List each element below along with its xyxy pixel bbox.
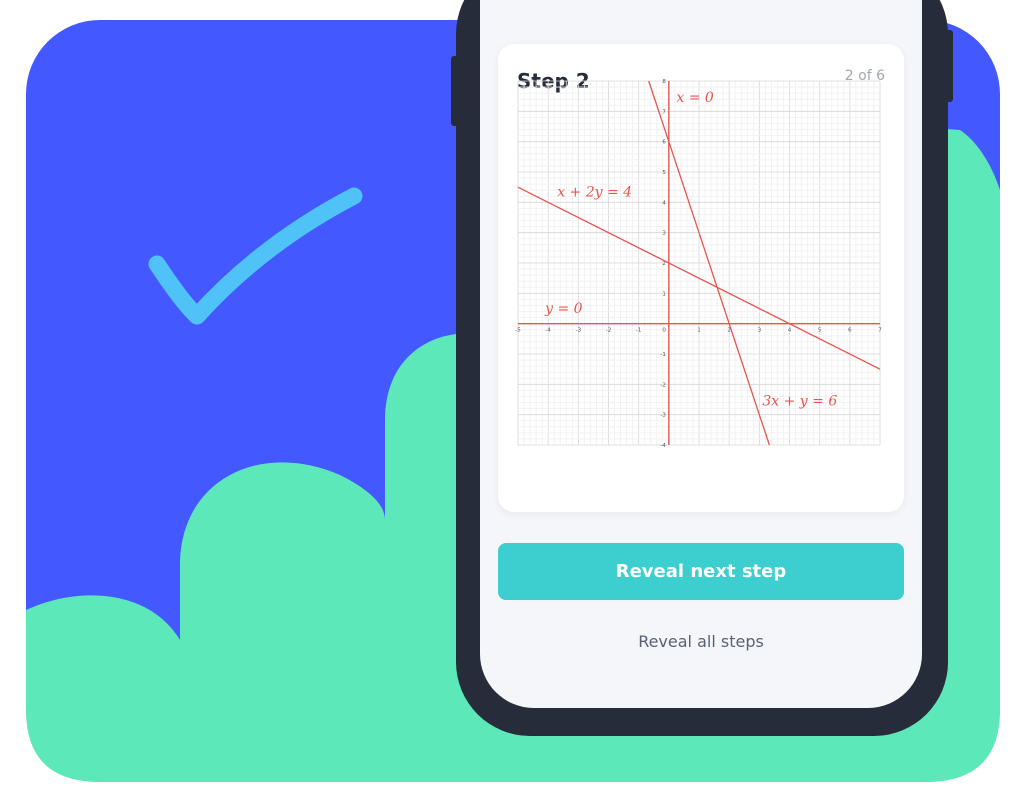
equation-label: y = 0 bbox=[544, 301, 583, 317]
x-tick-label: -5 bbox=[515, 328, 521, 334]
step-card: Step 2 2 of 6 -5 -4 -3 -2 -1 1 2 3 4 5 6 7 -4 -3 -2 -1 1… bbox=[498, 44, 904, 512]
grid bbox=[517, 80, 881, 446]
y-tick-label: 4 bbox=[662, 200, 666, 206]
reveal-all-steps-link[interactable]: Reveal all steps bbox=[480, 632, 922, 651]
y-tick-label: -2 bbox=[660, 382, 665, 388]
x-tick-label: 5 bbox=[818, 328, 822, 334]
graph-chart: -5 -4 -3 -2 -1 1 2 3 4 5 6 7 -4 -3 -2 -1 1 2 3 4 5 6 7 8 0 x + 2… bbox=[515, 79, 882, 449]
x-tick-label: -4 bbox=[545, 328, 551, 334]
y-tick-label: -1 bbox=[660, 352, 665, 358]
y-tick-label: -4 bbox=[660, 443, 666, 449]
phone-side-button-right bbox=[945, 30, 953, 102]
y-tick-label: 7 bbox=[662, 109, 666, 115]
x-tick-label: -2 bbox=[606, 328, 611, 334]
equation-label: x + 2y = 4 bbox=[557, 184, 632, 200]
phone-side-button-left bbox=[451, 56, 459, 126]
x-tick-label: -1 bbox=[636, 328, 641, 334]
equation-label: 3x + y = 6 bbox=[762, 394, 837, 410]
y-tick-label: 3 bbox=[662, 231, 666, 237]
y-tick-label: 5 bbox=[662, 170, 666, 176]
y-tick-label: 1 bbox=[662, 291, 666, 297]
x-tick-label: 4 bbox=[788, 328, 792, 334]
x-tick-label: 2 bbox=[727, 328, 731, 334]
x-tick-label: 7 bbox=[878, 328, 882, 334]
y-tick-label: 6 bbox=[662, 140, 666, 146]
x-tick-label: 1 bbox=[697, 328, 701, 334]
phone: Step 2 2 of 6 -5 -4 -3 -2 -1 1 2 3 4 5 6 7 -4 -3 -2 -1 1… bbox=[451, 0, 953, 736]
x-tick-label: -3 bbox=[576, 328, 582, 334]
reveal-next-step-button[interactable]: Reveal next step bbox=[498, 543, 904, 600]
x-tick-label: 6 bbox=[848, 328, 852, 334]
origin-label: 0 bbox=[662, 328, 666, 334]
y-tick-label: 8 bbox=[662, 79, 666, 85]
y-tick-label: -3 bbox=[660, 413, 666, 419]
phone-screen: Step 2 2 of 6 -5 -4 -3 -2 -1 1 2 3 4 5 6 7 -4 -3 -2 -1 1… bbox=[480, 0, 922, 708]
x-tick-label: 3 bbox=[758, 328, 762, 334]
y-tick-label: 2 bbox=[662, 261, 666, 267]
equation-label: x = 0 bbox=[676, 90, 714, 106]
